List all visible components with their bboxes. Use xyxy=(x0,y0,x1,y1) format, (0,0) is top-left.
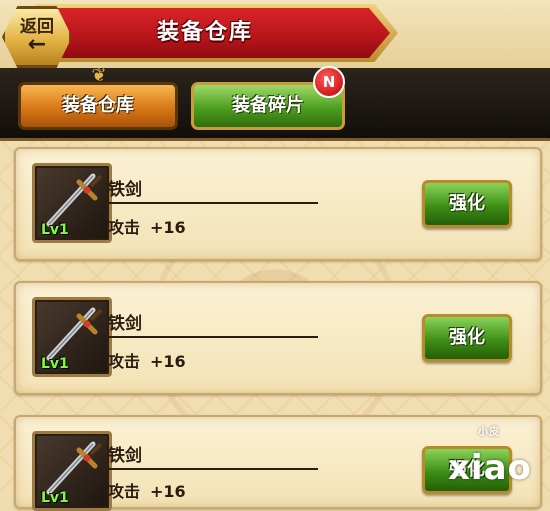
watermark-text: xiao xyxy=(448,448,532,488)
divider xyxy=(108,336,318,338)
tab-equipment-warehouse[interactable]: 装备仓库 xyxy=(18,82,178,130)
equipment-thumbnail[interactable]: Lv1 xyxy=(32,297,112,377)
stat-label: 攻击 xyxy=(108,482,141,501)
back-arrow-icon: ← xyxy=(27,32,47,57)
item-name: 铁剑 xyxy=(108,446,142,466)
watermark-small-text: 小皮 xyxy=(478,427,500,438)
equipment-thumbnail[interactable]: Lv1 xyxy=(32,163,112,243)
divider xyxy=(108,468,318,470)
item-level: Lv1 xyxy=(41,356,69,372)
watermark-logo: 小皮 xiao xyxy=(448,427,548,496)
item-stat: 攻击 +16 xyxy=(108,214,186,238)
item-name: 铁剑 xyxy=(108,314,142,334)
item-name: 铁剑 xyxy=(108,180,142,200)
new-badge: N xyxy=(313,66,345,98)
item-level: Lv1 xyxy=(41,222,69,238)
item-level: Lv1 xyxy=(41,490,69,506)
stat-label: 攻击 xyxy=(108,352,141,371)
item-stat: 攻击 +16 xyxy=(108,478,186,502)
stat-value: +16 xyxy=(150,482,186,501)
stat-label: 攻击 xyxy=(108,218,141,237)
active-tab-ornament-icon: ❦ xyxy=(91,65,107,86)
stat-value: +16 xyxy=(150,352,186,371)
stat-value: +16 xyxy=(150,218,186,237)
enhance-button[interactable]: 强化 xyxy=(422,314,512,362)
enhance-button[interactable]: 强化 xyxy=(422,180,512,228)
divider xyxy=(108,202,318,204)
page-title: 装备仓库 xyxy=(156,20,253,45)
equipment-thumbnail[interactable]: Lv1 xyxy=(32,431,112,511)
item-stat: 攻击 +16 xyxy=(108,348,186,372)
